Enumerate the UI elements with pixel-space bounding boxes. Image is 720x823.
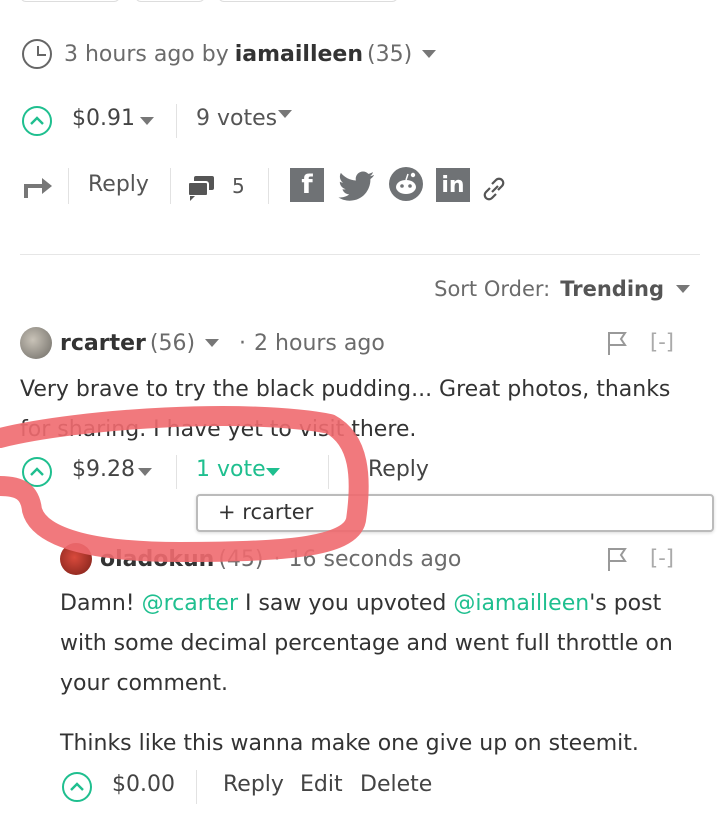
red-annotation-mark <box>0 406 369 562</box>
